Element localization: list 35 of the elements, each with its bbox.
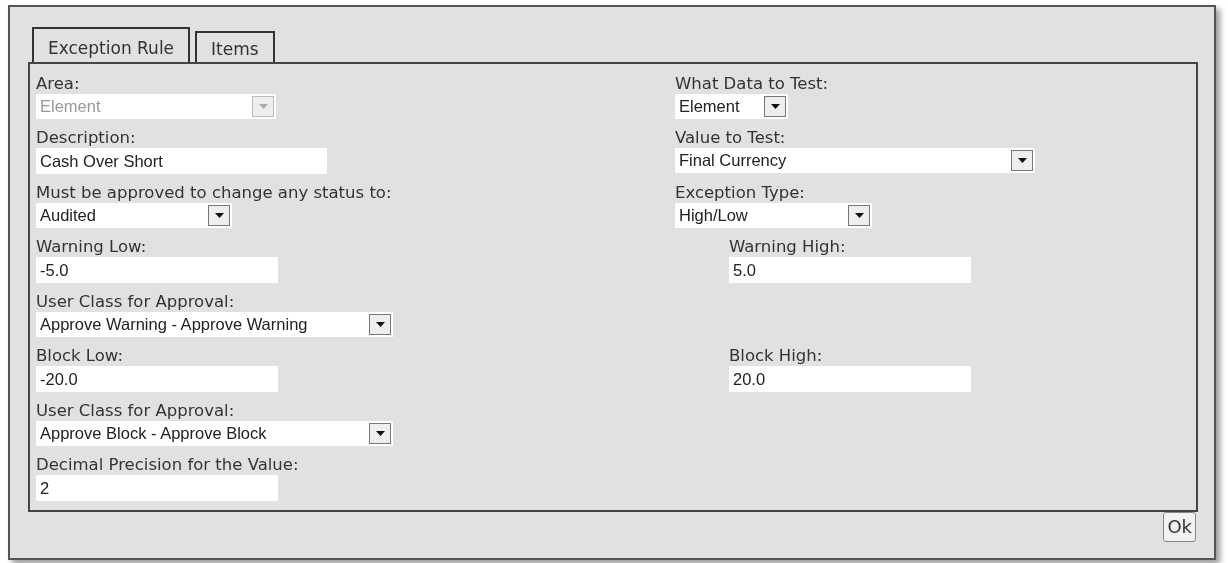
dropdown[interactable]: Audited — [36, 203, 232, 228]
caret-icon — [369, 423, 391, 444]
field-label: Decimal Precision for the Value: — [36, 455, 300, 475]
input-field[interactable]: -5.0 — [36, 257, 278, 283]
field-label: Description: — [36, 128, 137, 148]
field-label: User Class for Approval: — [36, 401, 236, 421]
caret-icon — [1011, 150, 1033, 171]
dropdown[interactable]: Approve Block - Approve Block — [36, 421, 393, 446]
dropdown[interactable]: High/Low — [675, 203, 872, 228]
ok-button[interactable]: Ok — [1163, 512, 1196, 542]
input-field[interactable]: -20.0 — [36, 366, 278, 392]
field-label: Must be approved to change any status to: — [36, 183, 393, 203]
caret-icon — [369, 314, 391, 335]
input-field[interactable]: Cash Over Short — [36, 148, 327, 174]
dropdown[interactable]: Final Currency — [675, 148, 1035, 173]
dropdown[interactable]: Element — [675, 94, 788, 119]
tab[interactable]: Exception Rule — [32, 27, 191, 62]
input-field[interactable]: 20.0 — [729, 366, 971, 392]
field-label: Area: — [36, 74, 81, 94]
field-label: User Class for Approval: — [36, 292, 236, 312]
field-label: Exception Type: — [675, 183, 806, 203]
caret-icon — [764, 96, 786, 117]
caret-icon — [848, 205, 870, 226]
caret-icon — [208, 205, 230, 226]
field-label: Block Low: — [36, 346, 125, 366]
field-label: Value to Test: — [675, 128, 787, 148]
field-label: Warning High: — [729, 237, 847, 257]
input-field[interactable]: 5.0 — [729, 257, 971, 283]
field-label: What Data to Test: — [675, 74, 830, 94]
field-label: Block High: — [729, 346, 824, 366]
dropdown[interactable]: Approve Warning - Approve Warning — [36, 312, 393, 337]
field-label: Warning Low: — [36, 237, 148, 257]
caret-icon — [252, 96, 274, 117]
tab[interactable]: Items — [195, 31, 275, 62]
input-field[interactable]: 2 — [36, 475, 278, 501]
